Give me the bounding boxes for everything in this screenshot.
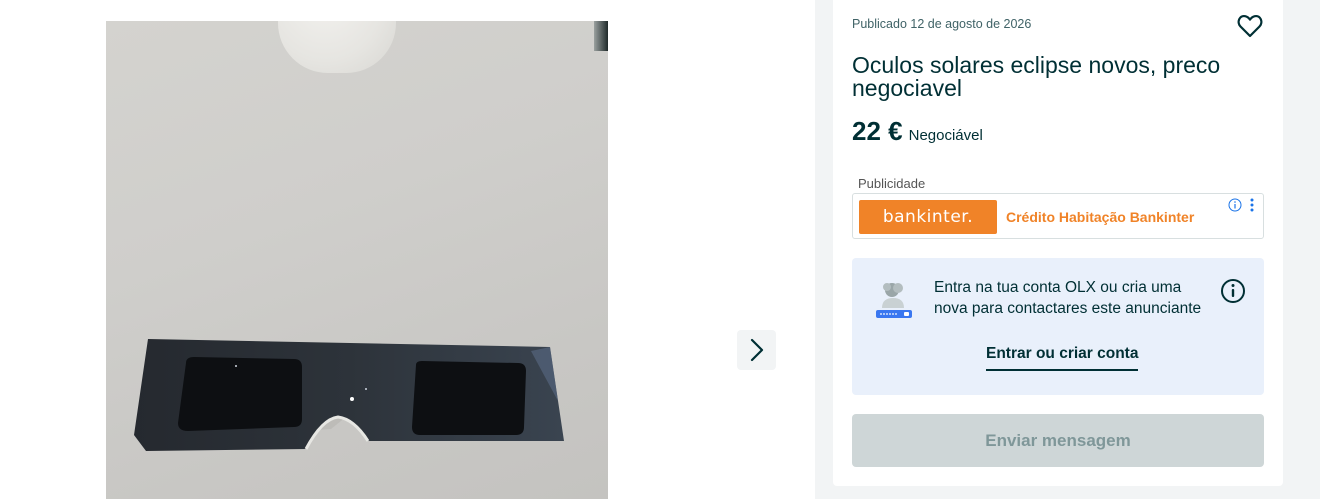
ad-banner[interactable]: bankinter. Crédito Habitação Bankinter <box>852 193 1264 239</box>
ad-label: Publicidade <box>858 176 926 191</box>
chevron-right-icon <box>750 338 763 362</box>
heart-icon <box>1237 14 1263 38</box>
listing-title: Oculos solares eclipse novos, preco nego… <box>852 52 1221 101</box>
login-message: Entra na tua conta OLX ou cria uma nova … <box>934 279 1202 317</box>
ad-text[interactable]: Crédito Habitação Bankinter <box>1006 209 1194 225</box>
login-link[interactable]: Entrar ou criar conta <box>986 345 1139 371</box>
more-vertical-icon[interactable] <box>1249 197 1255 213</box>
login-prompt: Entra na tua conta OLX ou cria uma nova … <box>852 258 1264 395</box>
price: 22 € <box>852 116 903 146</box>
user-login-icon <box>876 283 912 318</box>
ad-info-icon[interactable] <box>1228 198 1242 212</box>
favorite-button[interactable] <box>1236 12 1264 40</box>
send-message-button[interactable]: Enviar mensagem <box>852 414 1264 467</box>
published-date: Publicado 12 de agosto de 2026 <box>852 17 1032 31</box>
next-image-button[interactable] <box>737 330 776 370</box>
eclipse-glasses-illustration <box>134 339 564 451</box>
listing-photo[interactable] <box>106 21 608 499</box>
image-gallery <box>0 0 815 499</box>
price-row: 22 € Negociável <box>852 116 983 147</box>
negotiable-label: Negociável <box>908 127 983 144</box>
bankinter-logo: bankinter. <box>859 200 997 234</box>
info-icon[interactable] <box>1220 278 1246 304</box>
